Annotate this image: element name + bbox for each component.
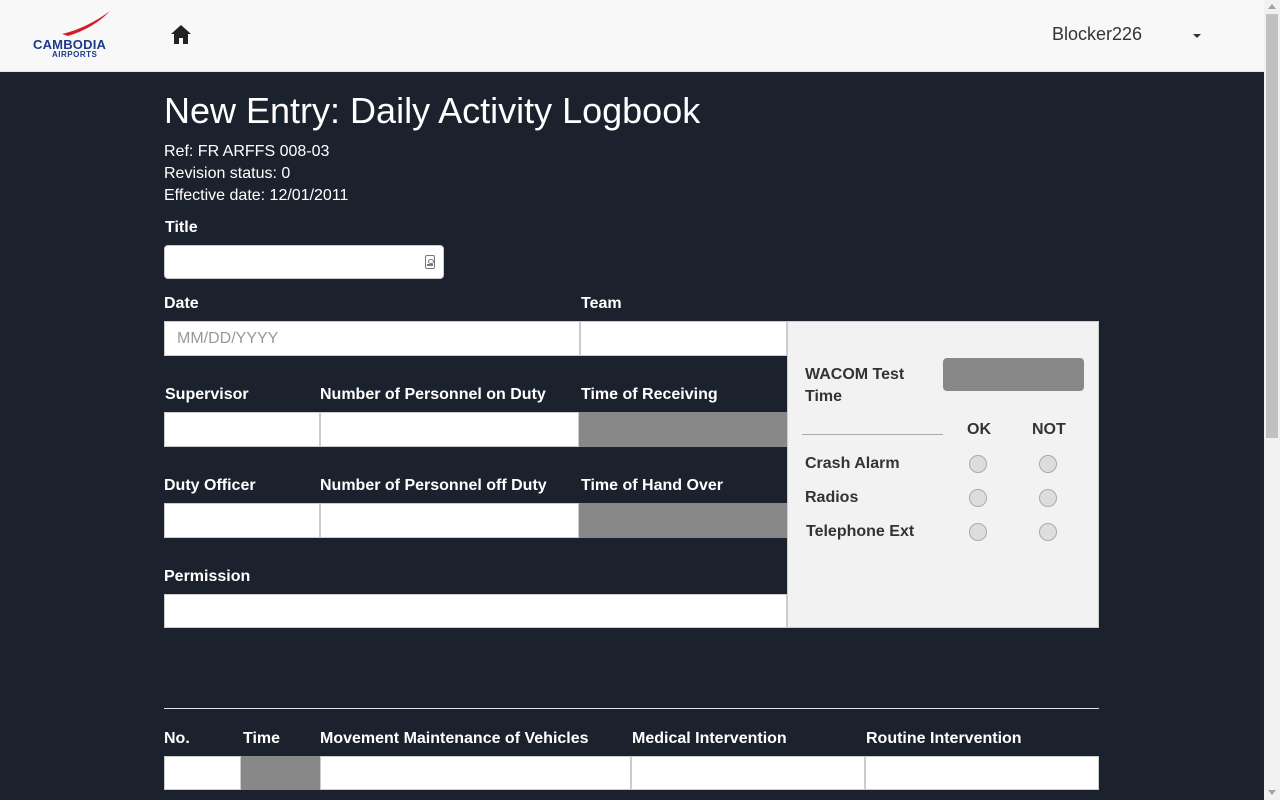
- panel-divider: [802, 434, 943, 435]
- personnel-on-duty-field[interactable]: [320, 412, 579, 447]
- equipment-check-panel: WACOM Test Time OK NOT Crash Alarm Radio…: [787, 321, 1099, 628]
- team-input[interactable]: [581, 322, 786, 355]
- logo-subtext: AIRPORTS: [52, 50, 98, 59]
- navbar: CAMBODIA AIRPORTS Blocker226: [0, 0, 1264, 72]
- logo-swoosh-icon: [62, 11, 110, 36]
- wacom-test-time-field[interactable]: [943, 358, 1084, 391]
- col-header-medical-intervention: Medical Intervention: [632, 730, 787, 747]
- crash-alarm-not-radio[interactable]: [1039, 455, 1057, 473]
- revision-text: Revision status: 0: [164, 165, 291, 182]
- personnel-on-duty-label: Number of Personnel on Duty: [320, 386, 546, 403]
- scroll-thumb[interactable]: [1266, 14, 1278, 438]
- wacom-test-time-label: WACOM Test Time: [805, 366, 905, 405]
- home-button[interactable]: [168, 22, 194, 48]
- row-routine-intervention-field[interactable]: [865, 756, 1099, 790]
- row-no-field[interactable]: [164, 756, 241, 790]
- duty-officer-field[interactable]: [164, 503, 320, 538]
- col-header-vehicle-maintenance: Movement Maintenance of Vehicles: [320, 730, 589, 747]
- radios-label: Radios: [805, 489, 859, 506]
- duty-officer-label: Duty Officer: [164, 477, 256, 494]
- supervisor-input[interactable]: [165, 413, 319, 446]
- title-input[interactable]: [165, 246, 443, 278]
- supervisor-label: Supervisor: [165, 386, 249, 403]
- time-of-hand-over-field[interactable]: [579, 503, 787, 538]
- radios-ok-radio[interactable]: [969, 489, 987, 507]
- col-header-routine-intervention: Routine Intervention: [866, 730, 1022, 747]
- team-field[interactable]: [580, 321, 787, 356]
- caret-down-icon: [1193, 34, 1201, 38]
- permission-input[interactable]: [165, 595, 786, 627]
- row-medical-intervention-input[interactable]: [632, 757, 864, 789]
- effective-date-text: Effective date: 12/01/2011: [164, 187, 349, 204]
- time-of-hand-over-label: Time of Hand Over: [581, 477, 723, 494]
- date-label: Date: [164, 295, 199, 312]
- row-vehicle-maintenance-input[interactable]: [321, 757, 630, 789]
- date-field[interactable]: [164, 321, 580, 356]
- personnel-off-duty-field[interactable]: [320, 503, 579, 538]
- not-column-header: NOT: [1032, 421, 1066, 438]
- page-scrollbar[interactable]: [1264, 0, 1280, 800]
- personnel-off-duty-label: Number of Personnel off Duty: [320, 477, 547, 494]
- row-medical-intervention-field[interactable]: [631, 756, 865, 790]
- crash-alarm-ok-radio[interactable]: [969, 455, 987, 473]
- row-vehicle-maintenance-field[interactable]: [320, 756, 631, 790]
- title-field[interactable]: [164, 245, 444, 279]
- telephone-ext-label: Telephone Ext: [806, 523, 915, 540]
- scroll-up-arrow-icon[interactable]: [1268, 4, 1276, 9]
- ref-text: Ref: FR ARFFS 008-03: [164, 143, 330, 160]
- team-label: Team: [581, 295, 622, 312]
- supervisor-field[interactable]: [164, 412, 320, 447]
- ok-column-header: OK: [967, 421, 991, 438]
- page-title: New Entry: Daily Activity Logbook: [164, 90, 701, 131]
- row-no-input[interactable]: [165, 757, 240, 789]
- user-name: Blocker226: [1052, 24, 1143, 44]
- section-divider: [164, 708, 1099, 709]
- cambodia-airports-logo[interactable]: CAMBODIA AIRPORTS: [32, 10, 126, 62]
- contact-card-icon: [425, 255, 435, 269]
- user-menu-dropdown[interactable]: Blocker226: [1040, 18, 1220, 54]
- title-label: Title: [165, 219, 198, 236]
- row-time-field[interactable]: [241, 756, 320, 790]
- col-header-no: No.: [164, 730, 190, 747]
- permission-field[interactable]: [164, 594, 787, 628]
- permission-label: Permission: [164, 568, 251, 585]
- time-of-receiving-label: Time of Receiving: [581, 386, 718, 403]
- personnel-off-duty-input[interactable]: [321, 504, 578, 537]
- time-of-receiving-field[interactable]: [579, 412, 787, 447]
- telephone-ext-ok-radio[interactable]: [969, 523, 987, 541]
- radios-not-radio[interactable]: [1039, 489, 1057, 507]
- crash-alarm-label: Crash Alarm: [805, 455, 900, 472]
- telephone-ext-not-radio[interactable]: [1039, 523, 1057, 541]
- date-input[interactable]: [165, 322, 579, 355]
- row-routine-intervention-input[interactable]: [866, 757, 1098, 789]
- personnel-on-duty-input[interactable]: [321, 413, 578, 446]
- scroll-down-arrow-icon[interactable]: [1268, 790, 1276, 795]
- col-header-time: Time: [243, 730, 281, 747]
- home-icon: [171, 25, 191, 44]
- duty-officer-input[interactable]: [165, 504, 319, 537]
